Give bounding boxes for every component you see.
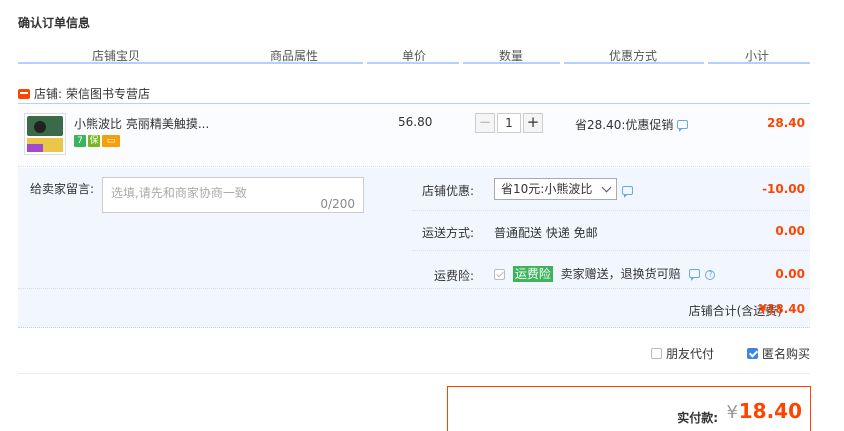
payment-currency: ¥ — [726, 402, 738, 423]
friend-pay-option[interactable]: 朋友代付 — [651, 345, 714, 362]
insurance-checkbox[interactable] — [494, 269, 505, 280]
item-name-link[interactable]: 小熊波比 亮丽精美触摸... — [74, 115, 209, 132]
message-icon[interactable] — [688, 269, 700, 281]
shop-coupon-label: 店铺优惠: — [422, 184, 475, 198]
insurance-label: 运费险: — [434, 269, 475, 283]
page-title: 确认订单信息 — [18, 16, 91, 30]
friend-pay-label: 朋友代付 — [666, 347, 715, 361]
header-underline — [18, 62, 363, 64]
shipping-label: 运送方式: — [422, 226, 475, 240]
shop-coupon-select[interactable]: 省10元:小熊波比 — [494, 178, 617, 200]
insurance-value: 0.00 — [775, 267, 805, 281]
item-discount: 省28.40:优惠促销 — [575, 116, 689, 133]
payment-summary: 实付款: ¥ 18.40 — [447, 386, 811, 431]
item-row — [18, 103, 810, 167]
divider — [412, 210, 810, 211]
anonymous-option[interactable]: 匿名购买 — [747, 345, 810, 362]
shop-label: 店铺: — [34, 87, 63, 101]
payment-amount: 18.40 — [738, 399, 802, 423]
header-underline — [564, 62, 704, 64]
shipping-method: 普通配送 快递 免邮 — [494, 226, 598, 240]
item-unit-price: 56.80 — [398, 115, 433, 129]
note-label: 给卖家留言: — [30, 182, 95, 196]
item-badges: 7 保 ▭ — [74, 135, 120, 147]
item-thumbnail[interactable] — [24, 113, 66, 155]
shop-row: 店铺: 荣信图书专营店 — [18, 85, 150, 102]
insurance-tag: 运费险 — [512, 266, 553, 282]
header-underline — [463, 62, 560, 64]
shop-coupon-value: -10.00 — [762, 182, 805, 196]
header-underline — [708, 62, 810, 64]
shipping-value: 0.00 — [775, 224, 805, 238]
divider — [412, 250, 810, 251]
note-char-count: 0/200 — [320, 197, 355, 211]
discount-text: 省28.40:优惠促销 — [575, 118, 674, 132]
seven-day-return-icon[interactable]: 7 — [74, 135, 86, 147]
chevron-down-icon — [601, 182, 612, 193]
divider — [18, 373, 810, 374]
item-subtotal: 28.40 — [767, 116, 805, 130]
quantity-input[interactable]: 1 — [497, 113, 521, 133]
guarantee-icon[interactable]: 保 — [88, 135, 100, 147]
seller-note-textarea[interactable]: 选填,请先和商家协商一致 0/200 — [102, 177, 364, 213]
divider — [18, 288, 810, 289]
header-underline — [367, 62, 459, 64]
quantity-stepper: − 1 + — [475, 113, 543, 133]
shop-name-link[interactable]: 荣信图书专营店 — [66, 85, 150, 102]
message-icon[interactable] — [677, 120, 689, 132]
message-icon[interactable] — [622, 186, 633, 198]
insurance-text: 卖家赠送，退换货可赔 — [560, 267, 681, 281]
friend-pay-checkbox[interactable] — [651, 348, 662, 359]
shop-total-value: ¥18.40 — [758, 302, 805, 316]
shop-icon — [18, 88, 30, 99]
increment-button[interactable]: + — [523, 113, 543, 133]
insurance-row: 运费险 卖家赠送，退换货可赔 ? — [494, 265, 716, 282]
decrement-button[interactable]: − — [475, 113, 495, 133]
anonymous-label: 匿名购买 — [762, 347, 811, 361]
payment-label: 实付款: — [677, 411, 718, 425]
anonymous-checkbox[interactable] — [747, 348, 758, 359]
help-icon[interactable]: ? — [705, 269, 716, 280]
shop-coupon-selected: 省10元:小熊波比 — [501, 182, 593, 196]
credit-card-icon[interactable]: ▭ — [102, 135, 120, 147]
note-placeholder: 选填,请先和商家协商一致 — [111, 186, 247, 200]
